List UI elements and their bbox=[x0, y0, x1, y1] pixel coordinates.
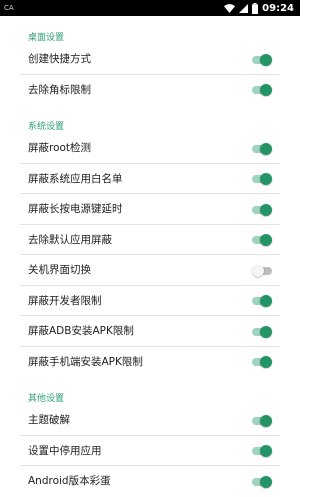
setting-row-remove-default-app-block[interactable]: 去除默认应用屏蔽 bbox=[20, 225, 280, 255]
toggle-switch[interactable] bbox=[252, 173, 272, 185]
battery-icon bbox=[252, 2, 259, 14]
setting-row-block-adb-install-limit[interactable]: 屏蔽ADB安装APK限制 bbox=[20, 316, 280, 347]
toggle-switch[interactable] bbox=[252, 356, 272, 368]
setting-row-block-developer-limit[interactable]: 屏蔽开发者限制 bbox=[20, 286, 280, 316]
setting-row-theme-crack[interactable]: 主题破解 bbox=[20, 405, 280, 436]
setting-row-block-power-key-delay[interactable]: 屏蔽长按电源键延时 bbox=[20, 194, 280, 225]
setting-label: 屏蔽ADB安装APK限制 bbox=[28, 325, 134, 337]
status-left-text: CA bbox=[4, 4, 14, 12]
settings-list: 桌面设置 创建快捷方式 去除角标限制 系统设置 屏蔽root检测 屏蔽系统应用白… bbox=[0, 16, 300, 497]
setting-label: 去除默认应用屏蔽 bbox=[28, 233, 112, 246]
setting-label: 屏蔽开发者限制 bbox=[28, 294, 102, 307]
section-other-settings: 其他设置 主题破解 设置中停用应用 Android版本彩蛋 bbox=[0, 377, 300, 497]
toggle-switch[interactable] bbox=[252, 203, 272, 216]
section-header: 其他设置 bbox=[28, 394, 65, 404]
toggle-switch[interactable] bbox=[252, 53, 272, 66]
signal-icon bbox=[239, 3, 249, 13]
toggle-switch[interactable] bbox=[252, 84, 272, 96]
toggle-switch[interactable] bbox=[252, 325, 272, 338]
section-header: 桌面设置 bbox=[28, 33, 65, 43]
setting-label: 屏蔽系统应用白名单 bbox=[28, 172, 123, 185]
setting-label: 屏蔽手机端安装APK限制 bbox=[28, 355, 143, 368]
setting-row-android-easter-egg[interactable]: Android版本彩蛋 bbox=[20, 466, 280, 497]
toggle-switch[interactable] bbox=[252, 295, 272, 307]
section-system-settings: 系统设置 屏蔽root检测 屏蔽系统应用白名单 屏蔽长按电源键延时 去除默认应用… bbox=[0, 105, 300, 377]
toggle-switch[interactable] bbox=[252, 234, 272, 246]
setting-label: 屏蔽root检测 bbox=[28, 142, 92, 154]
setting-row-remove-badge-limit[interactable]: 去除角标限制 bbox=[20, 75, 280, 106]
setting-label: 去除角标限制 bbox=[28, 83, 91, 96]
setting-row-block-phone-install-limit[interactable]: 屏蔽手机端安装APK限制 bbox=[20, 347, 280, 378]
setting-label: 创建快捷方式 bbox=[28, 53, 91, 65]
setting-row-create-shortcut[interactable]: 创建快捷方式 bbox=[20, 44, 280, 75]
toggle-switch[interactable] bbox=[252, 414, 272, 427]
setting-row-disable-apps-in-settings[interactable]: 设置中停用应用 bbox=[20, 436, 280, 466]
setting-label: 关机界面切换 bbox=[28, 264, 91, 276]
setting-label: Android版本彩蛋 bbox=[28, 475, 111, 487]
status-time: 09:24 bbox=[262, 2, 294, 14]
toggle-switch[interactable] bbox=[252, 264, 272, 277]
section-desktop-settings: 桌面设置 创建快捷方式 去除角标限制 bbox=[0, 16, 300, 105]
wifi-icon bbox=[224, 3, 236, 13]
setting-row-shutdown-ui-switch[interactable]: 关机界面切换 bbox=[20, 255, 280, 286]
toggle-switch[interactable] bbox=[252, 142, 272, 155]
toggle-switch[interactable] bbox=[252, 445, 272, 457]
section-header: 系统设置 bbox=[28, 122, 65, 132]
setting-label: 设置中停用应用 bbox=[28, 444, 102, 457]
setting-label: 屏蔽长按电源键延时 bbox=[28, 203, 123, 215]
status-bar: CA 09:24 bbox=[0, 0, 300, 16]
status-icons: 09:24 bbox=[224, 0, 294, 16]
setting-label: 主题破解 bbox=[28, 414, 70, 426]
toggle-switch[interactable] bbox=[252, 475, 272, 488]
setting-row-block-root-detection[interactable]: 屏蔽root检测 bbox=[20, 133, 280, 164]
setting-row-block-system-whitelist[interactable]: 屏蔽系统应用白名单 bbox=[20, 164, 280, 194]
